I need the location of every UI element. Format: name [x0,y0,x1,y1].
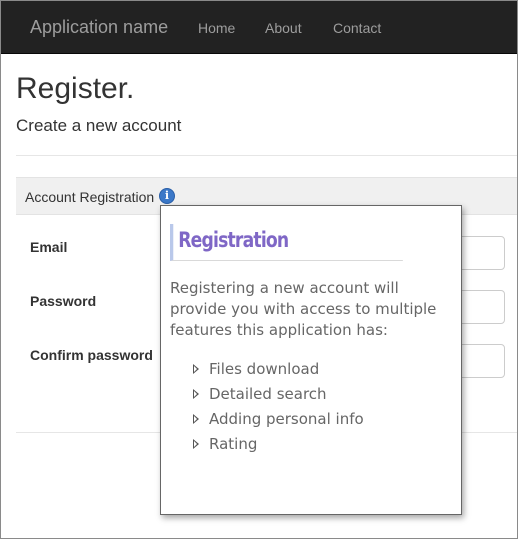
registration-popover: Registration Registering a new account w… [160,205,462,515]
nav-home-link[interactable]: Home [198,19,235,37]
feature-label: Files download [209,360,320,378]
triangle-bullet-icon [193,364,199,374]
popover-title: Registration [170,224,403,261]
navbar: Application name Home About Contact [1,1,517,54]
app-window: Application name Home About Contact Regi… [0,0,518,539]
list-item: Files download [193,359,364,384]
list-item: Adding personal info [193,409,364,434]
feature-list: Files download Detailed search Adding pe… [193,359,364,459]
confirm-password-label: Confirm password [30,347,153,363]
triangle-bullet-icon [193,389,199,399]
popover-body: Registering a new account will provide y… [170,279,437,339]
nav-contact-link[interactable]: Contact [333,19,381,37]
nav-about-link[interactable]: About [265,19,302,37]
divider [16,155,517,156]
info-icon[interactable]: i [159,188,175,204]
brand-link[interactable]: Application name [30,16,168,38]
feature-label: Rating [209,435,258,453]
triangle-bullet-icon [193,439,199,449]
page-subtitle: Create a new account [16,116,182,135]
feature-label: Detailed search [209,385,327,403]
triangle-bullet-icon [193,414,199,424]
page-title: Register. [16,72,135,105]
list-item: Detailed search [193,384,364,409]
password-label: Password [30,293,97,309]
email-label: Email [30,239,68,255]
feature-label: Adding personal info [209,410,364,428]
panel-title: Account Registration [25,189,155,205]
list-item: Rating [193,434,364,459]
